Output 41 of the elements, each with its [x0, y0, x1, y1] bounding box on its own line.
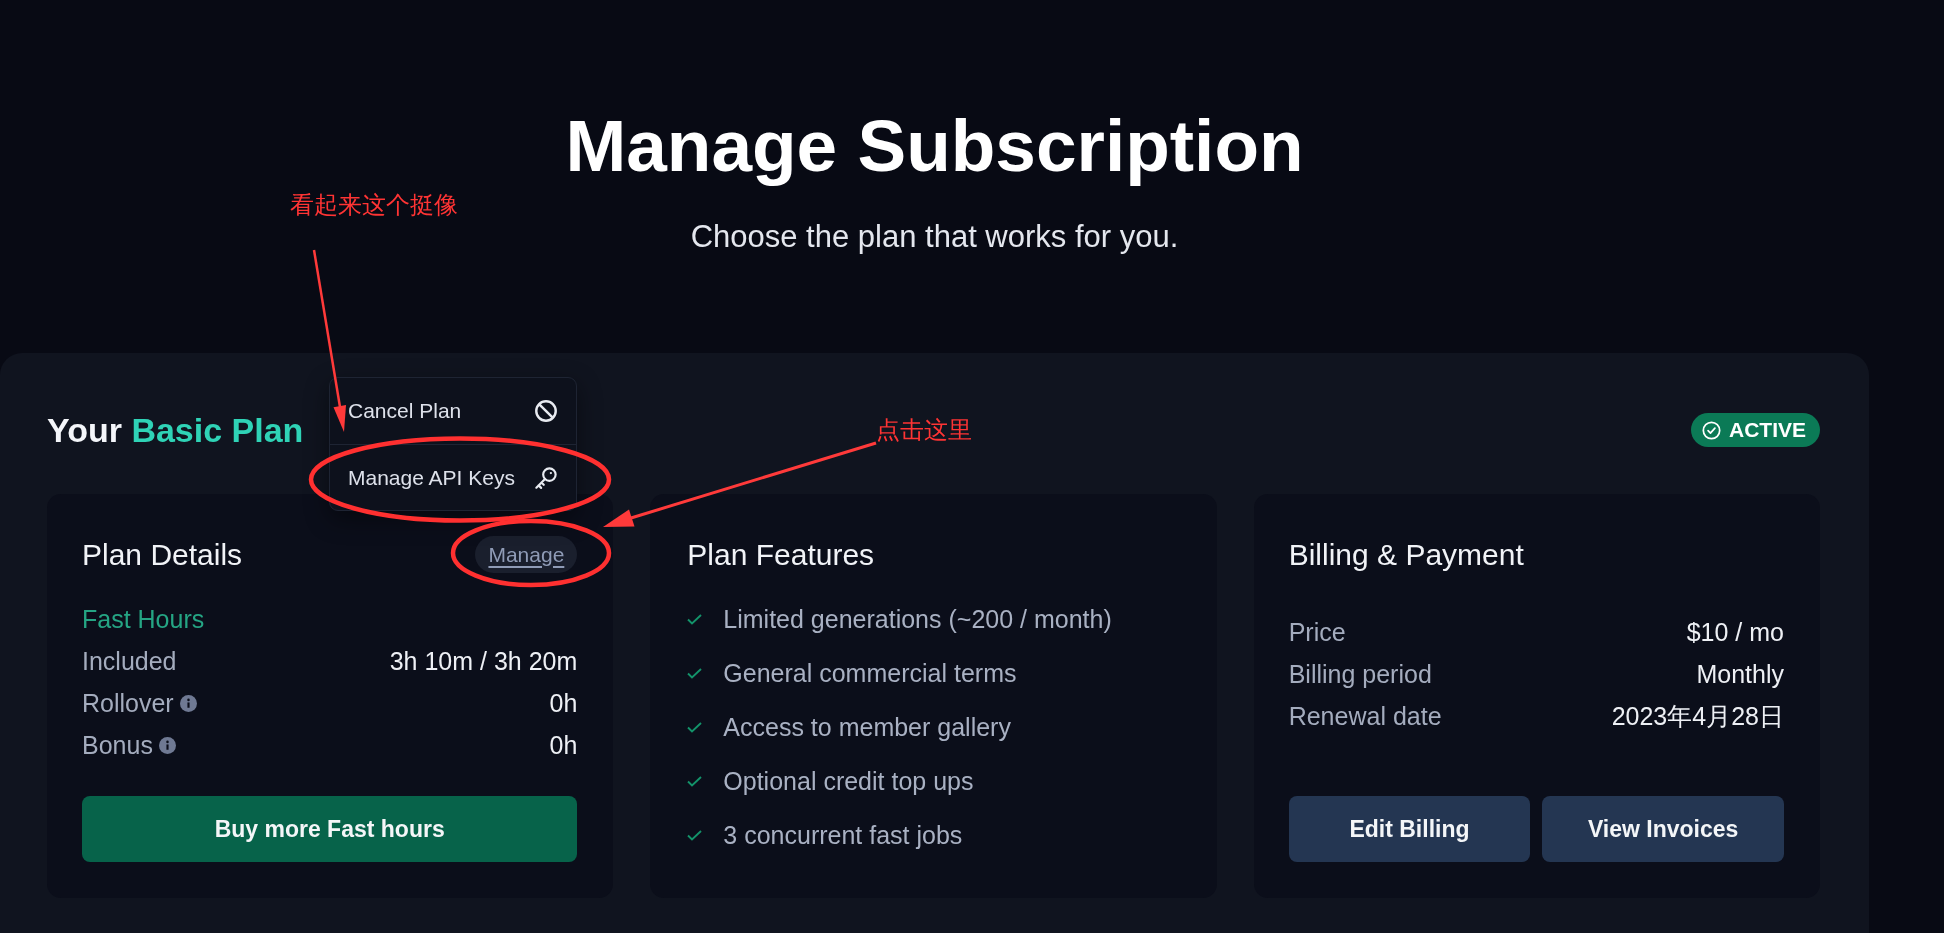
check-circle-icon — [1702, 420, 1721, 440]
detail-label: Bonus — [82, 730, 153, 760]
status-label: ACTIVE — [1729, 418, 1806, 442]
check-icon — [687, 721, 703, 733]
card-title: Plan Details — [82, 536, 243, 573]
buy-hours-button[interactable]: Buy more Fast hours — [82, 796, 578, 862]
detail-label: Included — [82, 646, 177, 676]
check-icon — [687, 775, 703, 787]
manage-link[interactable]: Manage — [475, 536, 578, 573]
detail-label: Rollover — [82, 688, 174, 718]
page-title: Manage Subscription — [565, 104, 1304, 188]
detail-value: 0h — [549, 688, 578, 718]
annotation-note: 看起来这个挺像 — [290, 191, 458, 218]
billing-value: $10 / mo — [1686, 617, 1784, 647]
view-invoices-button[interactable]: View Invoices — [1542, 796, 1784, 862]
billing-value: Monthly — [1696, 659, 1784, 689]
cancel-icon — [535, 400, 557, 422]
detail-value: 0h — [549, 730, 578, 760]
billing-label: Renewal date — [1288, 701, 1442, 731]
menu-item[interactable]: Manage API Keys — [330, 444, 576, 510]
feature-text: Access to member gallery — [723, 712, 1011, 742]
billing-label: Billing period — [1288, 659, 1432, 689]
menu-item[interactable]: Cancel Plan — [330, 378, 576, 444]
card-title: Plan Features — [687, 536, 875, 573]
billing-label: Price — [1288, 617, 1346, 647]
check-icon — [687, 613, 703, 625]
billing-value: 2023年4月28日 — [1611, 700, 1784, 732]
key-icon — [535, 466, 557, 489]
annotation-note: 点击这里 — [876, 416, 972, 443]
section-label: Fast Hours — [82, 605, 205, 633]
plan-heading: Your Basic Plan — [47, 410, 304, 451]
feature-text: Limited generations (~200 / month) — [723, 604, 1112, 634]
feature-text: 3 concurrent fast jobs — [723, 820, 963, 850]
edit-billing-button[interactable]: Edit Billing — [1288, 796, 1531, 862]
check-icon — [687, 667, 703, 679]
card-title: Billing & Payment — [1288, 536, 1524, 573]
check-icon — [687, 829, 703, 841]
page-subtitle: Choose the plan that works for you. — [690, 219, 1179, 255]
feature-text: General commercial terms — [723, 658, 1017, 688]
feature-text: Optional credit top ups — [723, 766, 974, 796]
detail-value: 3h 10m / 3h 20m — [389, 646, 578, 676]
